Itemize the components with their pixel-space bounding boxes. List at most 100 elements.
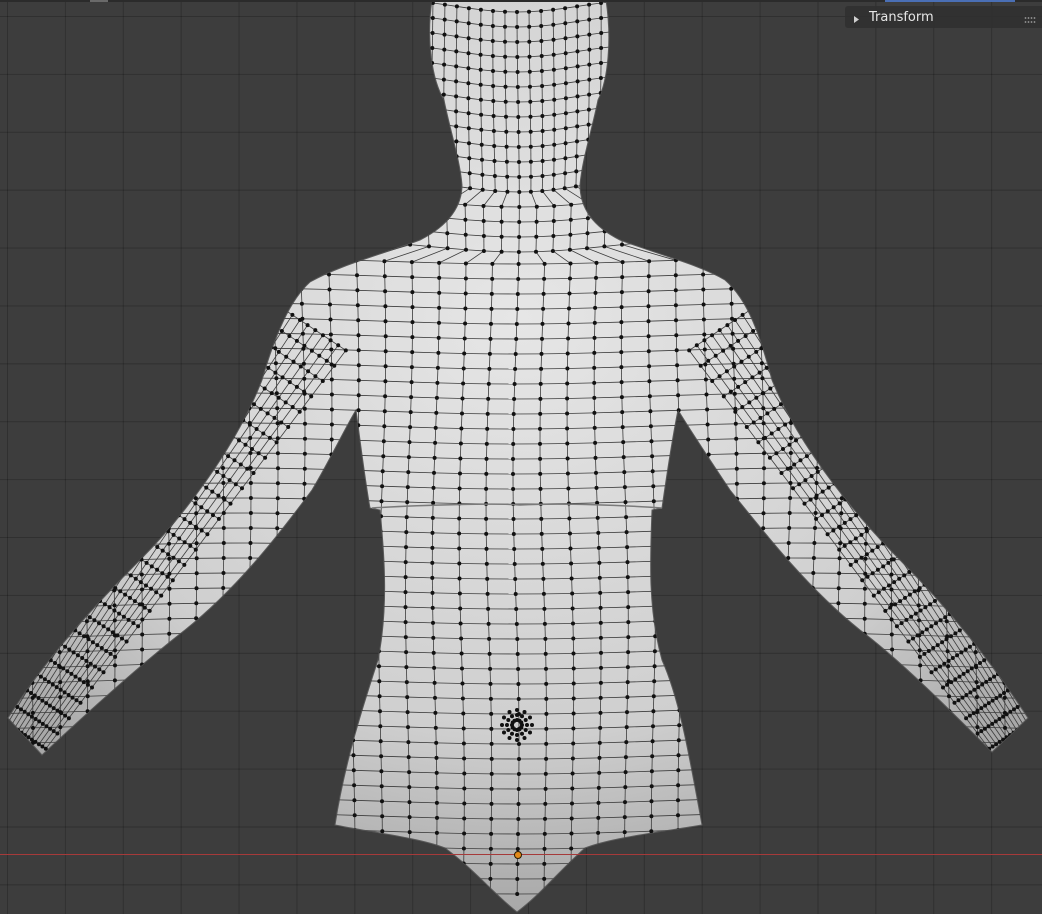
mesh-object[interactable] bbox=[0, 0, 1042, 914]
mesh-edge bbox=[230, 199, 248, 202]
mesh-edge bbox=[705, 843, 733, 845]
mesh-edge bbox=[360, 135, 373, 138]
mesh-edge bbox=[114, 709, 142, 711]
mesh-edge bbox=[355, 485, 357, 501]
mesh-edge bbox=[721, 97, 735, 101]
mesh-edge bbox=[871, 288, 899, 290]
mesh-edge bbox=[677, 239, 697, 241]
mesh-edge bbox=[842, 482, 869, 485]
mesh-edge bbox=[110, 500, 113, 516]
mesh-edge bbox=[373, 44, 386, 47]
3d-viewport[interactable] bbox=[0, 0, 1042, 914]
mesh-edge bbox=[731, 797, 759, 800]
mesh-edge bbox=[733, 54, 746, 57]
mesh-edge bbox=[704, 798, 732, 800]
mesh-edge bbox=[326, 139, 339, 142]
mesh-edge bbox=[770, 197, 790, 201]
mesh-edge bbox=[326, 169, 338, 172]
mesh-edge bbox=[246, 212, 264, 216]
mesh-edge bbox=[28, 352, 31, 368]
mesh-edge bbox=[514, 563, 516, 580]
mesh-edge bbox=[28, 546, 57, 549]
mesh-edge bbox=[325, 739, 354, 741]
mesh-edge bbox=[709, 513, 737, 515]
mesh-edge bbox=[696, 4, 710, 7]
mesh-edge bbox=[709, 498, 737, 500]
mesh-edge bbox=[139, 514, 141, 530]
mesh-edge bbox=[789, 229, 808, 232]
mesh-edge bbox=[396, 44, 409, 46]
mesh-edge bbox=[273, 287, 302, 290]
mesh-edge bbox=[326, 154, 339, 157]
mesh-edge bbox=[1001, 322, 1004, 338]
mesh-edge bbox=[28, 577, 31, 593]
mesh-edge bbox=[647, 134, 660, 137]
mesh-edge bbox=[169, 602, 197, 605]
mesh-edge bbox=[247, 197, 265, 201]
mesh-edge bbox=[356, 470, 358, 486]
mesh-edge bbox=[84, 274, 111, 277]
mesh-edge bbox=[840, 827, 869, 830]
mesh-edge bbox=[660, 180, 733, 197]
mesh-edge bbox=[707, 633, 734, 635]
mesh-edge bbox=[715, 239, 815, 259]
mesh-edge bbox=[337, 32, 350, 36]
mesh-edge bbox=[8, 427, 28, 429]
mesh-edge bbox=[1002, 607, 1028, 609]
mesh-edge bbox=[672, 31, 685, 34]
mesh-edge bbox=[31, 846, 59, 849]
mesh-edge bbox=[789, 199, 808, 202]
mesh-edge bbox=[866, 498, 868, 514]
mesh-edge bbox=[326, 109, 339, 112]
mesh-edge bbox=[682, 529, 710, 531]
mesh-edge bbox=[406, 165, 420, 167]
mesh-edge bbox=[299, 813, 328, 815]
mesh-edge bbox=[8, 307, 32, 309]
mesh-edge bbox=[165, 842, 193, 845]
mesh-edge bbox=[837, 647, 865, 650]
mesh-edge bbox=[83, 276, 85, 292]
mesh-edge bbox=[893, 694, 922, 696]
mesh-edge bbox=[541, 323, 543, 339]
mesh-edge bbox=[337, 17, 350, 21]
mesh-edge bbox=[30, 606, 59, 609]
mesh-edge bbox=[807, 231, 826, 234]
mesh-edge bbox=[610, 181, 659, 197]
mesh-edge bbox=[1001, 577, 1028, 579]
mesh-edge bbox=[710, 171, 724, 174]
mesh-edge bbox=[843, 234, 861, 237]
mesh-edge bbox=[972, 456, 1000, 459]
mesh-edge bbox=[56, 307, 58, 323]
mesh-edge bbox=[299, 648, 326, 650]
mesh-edge bbox=[658, 240, 678, 242]
mesh-edge bbox=[973, 411, 1000, 414]
mesh-edge bbox=[1029, 564, 1030, 579]
mesh-edge bbox=[598, 547, 600, 563]
mesh-edge bbox=[1000, 562, 1028, 564]
mesh-edge bbox=[272, 677, 299, 680]
mesh-edge bbox=[893, 469, 895, 485]
mesh-edge bbox=[672, 121, 685, 124]
mesh-edge bbox=[950, 785, 978, 788]
mesh-edge bbox=[8, 251, 142, 265]
mesh-edge bbox=[896, 394, 898, 410]
mesh-edge bbox=[705, 708, 732, 710]
mesh-edge bbox=[655, 604, 683, 607]
mesh-edge bbox=[289, 54, 302, 57]
mesh-edge bbox=[686, 182, 771, 199]
mesh-edge bbox=[1000, 352, 1002, 368]
mesh-edge bbox=[27, 531, 56, 534]
mesh-edge bbox=[273, 603, 276, 619]
mesh-edge bbox=[922, 409, 948, 412]
mesh-edge bbox=[337, 47, 350, 51]
mesh-edge bbox=[353, 545, 355, 561]
mesh-edge bbox=[947, 396, 949, 412]
mesh-edge bbox=[876, 251, 1028, 265]
mesh-edge bbox=[746, 130, 759, 133]
mesh-edge bbox=[951, 290, 978, 293]
mesh-edge bbox=[135, 333, 163, 335]
mesh-edge bbox=[141, 693, 168, 695]
mesh-edge bbox=[947, 410, 974, 413]
mesh-edge bbox=[684, 122, 698, 126]
mesh-edge bbox=[312, 6, 326, 9]
